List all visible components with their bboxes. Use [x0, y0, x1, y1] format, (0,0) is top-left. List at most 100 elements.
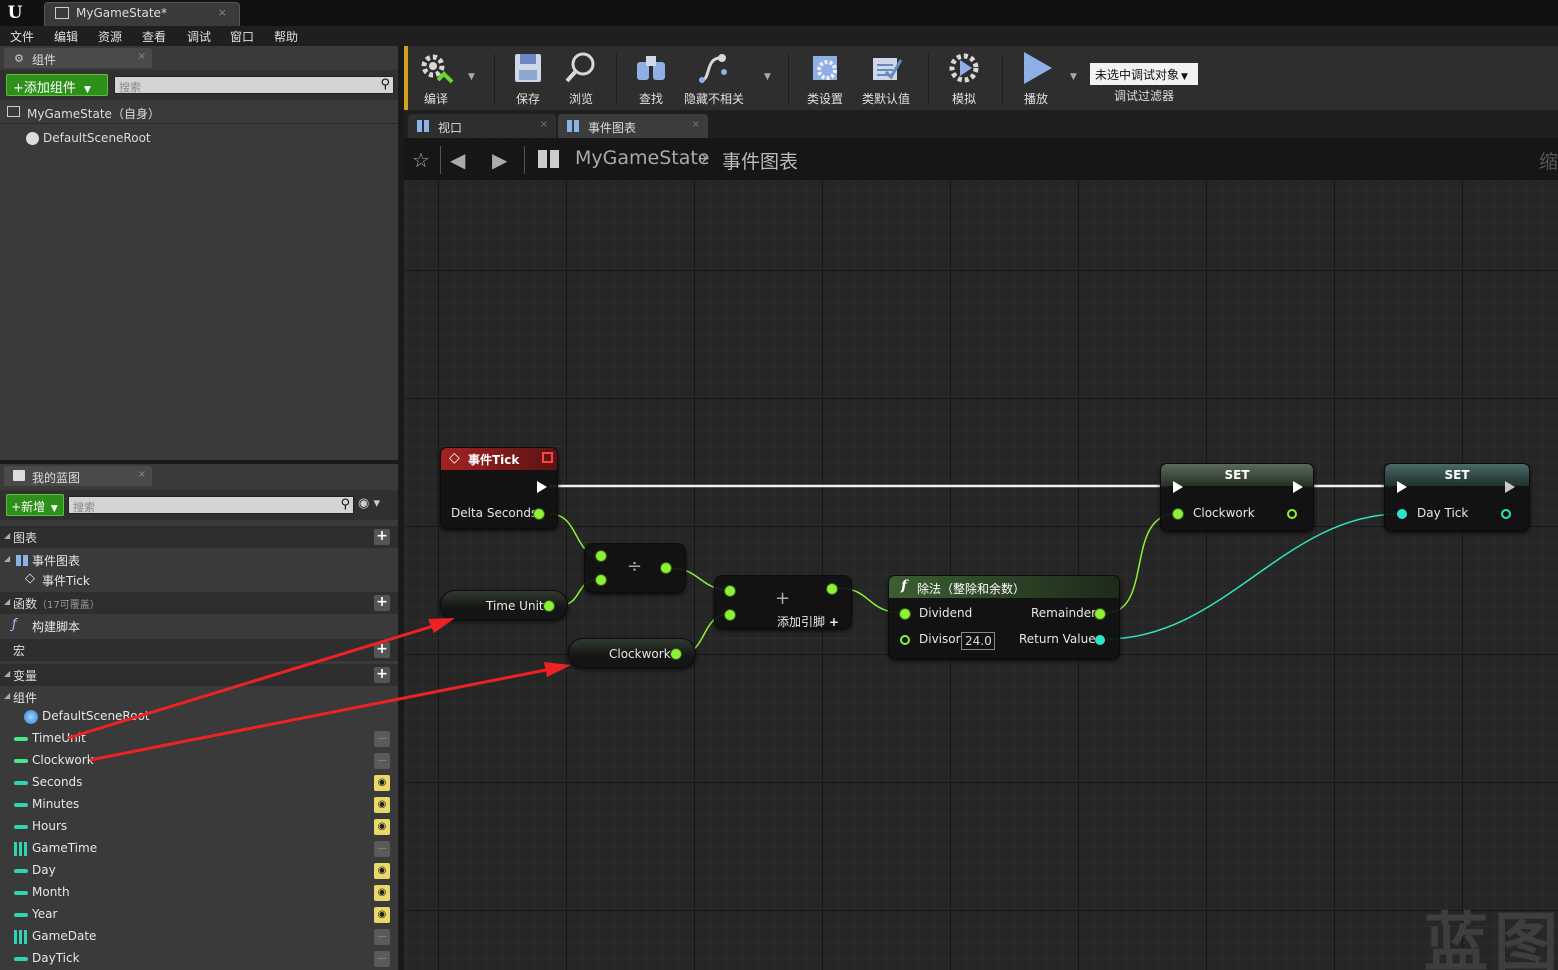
visibility-eye-closed-icon[interactable]: — [374, 731, 390, 747]
compile-button[interactable]: 编译 [412, 48, 460, 108]
visibility-eye-open-icon[interactable]: ◉ [374, 775, 390, 791]
visibility-eye-open-icon[interactable]: ◉ [374, 863, 390, 879]
tab-viewport[interactable]: 视口 × [408, 114, 556, 138]
set-clockwork-input-pin[interactable] [1173, 509, 1183, 519]
menu-window[interactable]: 窗口 [230, 28, 254, 45]
divide-output-pin[interactable] [661, 563, 671, 573]
variable-item[interactable]: Minutes ◉ [0, 794, 398, 816]
set-daytick-exec-in[interactable] [1397, 481, 1407, 493]
set-clockwork-output-pin[interactable] [1287, 509, 1297, 519]
visibility-eye-closed-icon[interactable]: — [374, 841, 390, 857]
component-self-item[interactable]: MyGameState（自身） [0, 102, 398, 124]
hide-unrelated-button[interactable]: 隐藏不相关 [682, 48, 746, 108]
variable-item[interactable]: GameTime — [0, 838, 398, 860]
class-settings-button[interactable]: 类设置 [798, 48, 852, 108]
event-graph-item[interactable]: ◢ 事件图表 [0, 549, 398, 571]
event-tick-node[interactable]: ◇ 事件Tick Delta Seconds [440, 447, 558, 529]
divide-node[interactable]: ÷ [584, 543, 686, 593]
visibility-eye-open-icon[interactable]: ◉ [374, 797, 390, 813]
visibility-eye-closed-icon[interactable]: — [374, 753, 390, 769]
add-macro-button[interactable]: + [374, 642, 390, 658]
divide-input-b-pin[interactable] [596, 575, 606, 585]
unreal-logo-icon[interactable]: U [4, 2, 26, 24]
play-button[interactable]: 播放 [1010, 48, 1062, 108]
close-my-blueprint-tab-icon[interactable]: × [138, 469, 146, 480]
components-tab[interactable]: ⚙ 组件 × [4, 48, 152, 68]
divisor-pin[interactable] [900, 635, 910, 645]
exec-out-pin[interactable] [537, 481, 547, 493]
set-daytick-input-pin[interactable] [1397, 509, 1407, 519]
variable-item[interactable]: Seconds ◉ [0, 772, 398, 794]
set-daytick-exec-out[interactable] [1505, 481, 1515, 493]
return-value-pin[interactable] [1095, 635, 1105, 645]
add-function-button[interactable]: + [374, 595, 390, 611]
browse-button[interactable]: 浏览 [558, 48, 604, 108]
visibility-eye-closed-icon[interactable]: — [374, 951, 390, 967]
event-tick-item[interactable]: ◇ 事件Tick [0, 569, 398, 591]
menu-view[interactable]: 查看 [142, 28, 166, 45]
add-variable-button[interactable]: + [374, 667, 390, 683]
variable-item[interactable]: Clockwork — [0, 750, 398, 772]
document-tab[interactable]: MyGameState* × [44, 2, 240, 26]
set-clockwork-exec-in[interactable] [1173, 481, 1183, 493]
dividend-pin[interactable] [900, 609, 910, 619]
components-search-input[interactable]: 搜索 ⚲ [114, 76, 394, 94]
variable-item[interactable]: TimeUnit — [0, 728, 398, 750]
default-scene-root-variable[interactable]: DefaultSceneRoot [0, 706, 398, 728]
variable-item[interactable]: GameDate — [0, 926, 398, 948]
visibility-eye-open-icon[interactable]: ◉ [374, 819, 390, 835]
blueprint-graph[interactable]: ☆ ◀ ▶ MyGameState › 事件图表 缩 ◇ 事件Tick Delt… [404, 138, 1558, 970]
menu-debug[interactable]: 调试 [187, 28, 211, 45]
close-tab-icon[interactable]: × [540, 119, 548, 130]
variable-item[interactable]: Year ◉ [0, 904, 398, 926]
time-unit-out-pin[interactable] [544, 601, 554, 611]
tab-event-graph[interactable]: 事件图表 × [558, 114, 708, 138]
divide-remainder-node[interactable]: f 除法（整除和余数） Dividend Divisor 24.0 Remain… [888, 575, 1120, 659]
compile-options-chevron-icon[interactable]: ▼ [468, 72, 475, 82]
clockwork-out-pin[interactable] [671, 649, 681, 659]
save-button[interactable]: 保存 [506, 48, 550, 108]
add-output-pin[interactable] [827, 584, 837, 594]
delegate-pin-icon[interactable] [542, 452, 553, 463]
simulate-button[interactable]: 模拟 [938, 48, 990, 108]
component-root-item[interactable]: DefaultSceneRoot [0, 128, 398, 150]
components-category[interactable]: ◢ 组件 [0, 686, 398, 708]
add-input-a-pin[interactable] [725, 586, 735, 596]
time-unit-get-node[interactable]: Time Unit [440, 590, 568, 620]
debug-object-select[interactable]: 未选中调试对象 ▼ [1090, 63, 1198, 85]
section-variables[interactable]: ◢ 变量 + [0, 664, 398, 686]
section-graphs[interactable]: ◢ 图表 + [0, 526, 398, 548]
class-defaults-button[interactable]: 类默认值 [856, 48, 916, 108]
delta-seconds-pin[interactable] [534, 509, 544, 519]
section-macros[interactable]: 宏 + [0, 639, 398, 661]
variable-item[interactable]: Day ◉ [0, 860, 398, 882]
construction-script-item[interactable]: ƒ 构建脚本 [0, 615, 398, 637]
add-node[interactable]: + 添加引脚 + [714, 575, 852, 629]
add-component-button[interactable]: +添加组件 ▼ [6, 74, 108, 96]
visibility-eye-open-icon[interactable]: ◉ [374, 907, 390, 923]
my-blueprint-tab[interactable]: 我的蓝图 × [4, 466, 152, 486]
new-button[interactable]: +新增 ▼ [6, 494, 64, 516]
visibility-eye-open-icon[interactable]: ◉ [374, 885, 390, 901]
hide-unrelated-chevron-icon[interactable]: ▼ [764, 72, 771, 82]
menu-asset[interactable]: 资源 [98, 28, 122, 45]
visibility-eye-closed-icon[interactable]: — [374, 929, 390, 945]
divide-input-a-pin[interactable] [596, 551, 606, 561]
variable-item[interactable]: Month ◉ [0, 882, 398, 904]
close-tab-icon[interactable]: × [692, 119, 700, 130]
blueprint-search-input[interactable]: 搜索 ⚲ [68, 496, 354, 514]
view-options-eye-icon[interactable]: ◉ ▾ [358, 496, 390, 514]
find-button[interactable]: 查找 [628, 48, 674, 108]
close-tab-icon[interactable]: × [218, 6, 227, 19]
variable-item[interactable]: DayTick — [0, 948, 398, 970]
variable-item[interactable]: Hours ◉ [0, 816, 398, 838]
set-daytick-output-pin[interactable] [1501, 509, 1511, 519]
menu-help[interactable]: 帮助 [274, 28, 298, 45]
add-input-b-pin[interactable] [725, 610, 735, 620]
play-options-chevron-icon[interactable]: ▼ [1070, 72, 1077, 82]
section-functions[interactable]: ◢ 函数（17可覆盖） + [0, 592, 398, 614]
add-graph-button[interactable]: + [374, 529, 390, 545]
close-components-tab-icon[interactable]: × [138, 51, 146, 62]
clockwork-get-node[interactable]: Clockwork [568, 638, 696, 668]
remainder-pin[interactable] [1095, 609, 1105, 619]
